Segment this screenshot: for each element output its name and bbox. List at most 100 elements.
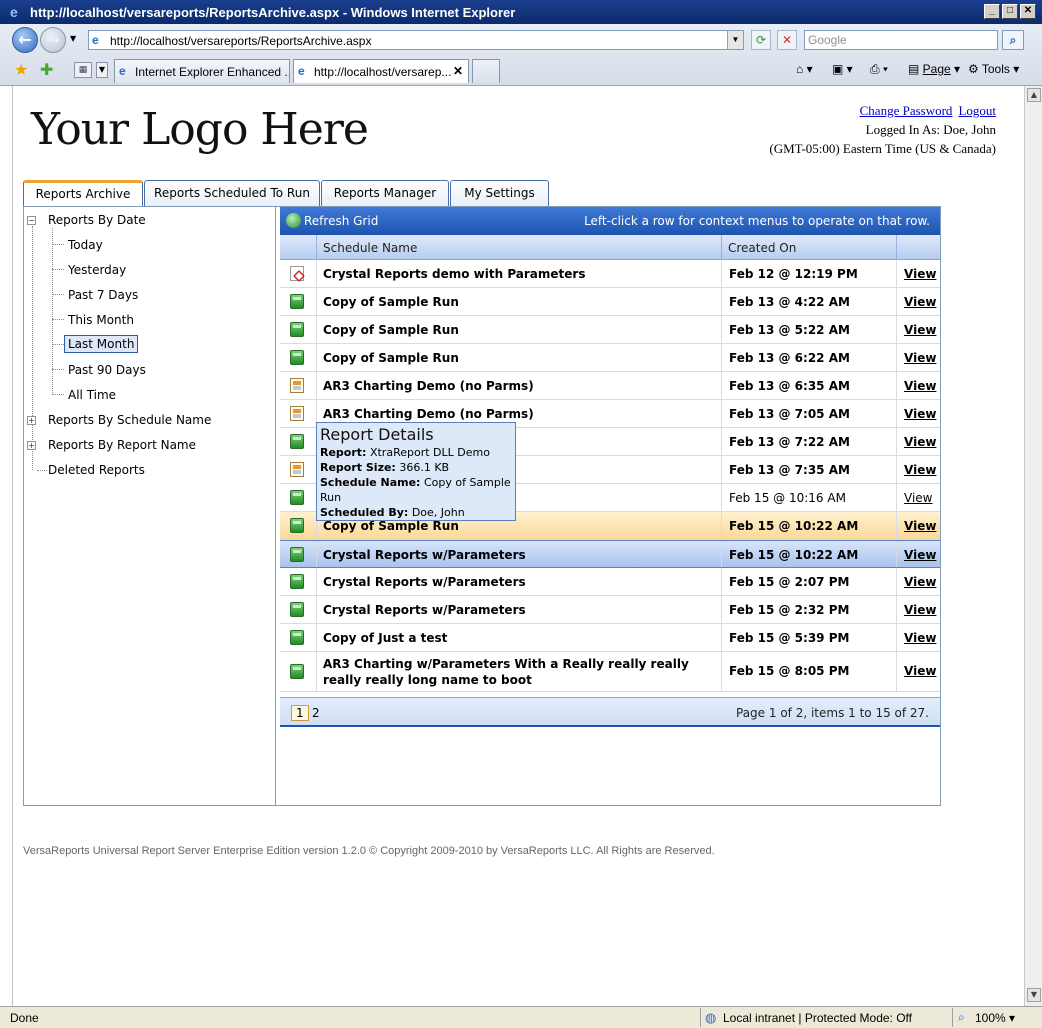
home-icon[interactable]: ⌂ ▾ <box>796 62 813 76</box>
new-tab-button[interactable] <box>472 59 500 83</box>
page-content: Your Logo Here Change Password Logout Log… <box>12 86 1024 1006</box>
row-view-link[interactable]: View <box>896 568 940 595</box>
col-created-on[interactable]: Created On <box>721 235 896 260</box>
table-row[interactable]: AR3 Charting w/Parameters With a Really … <box>280 652 940 692</box>
stop-button[interactable]: ✕ <box>777 30 797 50</box>
table-row[interactable]: Crystal Reports w/Parameters Feb 15 @ 10:… <box>280 540 940 568</box>
tree-this-month[interactable]: This Month <box>65 312 137 328</box>
collapse-icon[interactable]: − <box>27 216 36 225</box>
row-view-link[interactable]: View <box>896 316 940 343</box>
tree-reports-by-report[interactable]: Reports By Report Name <box>45 437 199 453</box>
row-view-link[interactable]: View <box>896 456 940 483</box>
page-1-button[interactable]: 1 <box>291 705 309 721</box>
refresh-button[interactable]: ⟳ <box>751 30 771 50</box>
tree-line <box>32 226 33 470</box>
zoom-control[interactable]: ⌕ 100% ▾ <box>952 1008 1042 1027</box>
security-zone[interactable]: ◍ Local intranet | Protected Mode: Off <box>700 1008 950 1027</box>
grid-hint: Left-click a row for context menus to op… <box>584 214 930 228</box>
page-icon: e <box>92 33 99 47</box>
table-row[interactable]: Crystal Reports w/Parameters Feb 15 @ 2:3… <box>280 596 940 624</box>
history-dropdown-icon[interactable]: ▼ <box>70 34 76 43</box>
forward-button[interactable]: → <box>40 27 66 53</box>
favorites-star-icon[interactable]: ★ <box>14 60 28 79</box>
tooltip-report-label: Report: <box>320 446 367 459</box>
page-menu[interactable]: ▤ Page ▾ <box>908 62 960 76</box>
row-view-link[interactable]: View <box>896 541 940 567</box>
row-created-on: Feb 13 @ 7:22 AM <box>721 428 896 455</box>
print-icon[interactable]: ⎙ ▾ <box>870 62 888 77</box>
report-icon <box>290 322 304 337</box>
tab-reports-archive[interactable]: Reports Archive <box>23 180 143 207</box>
browser-tab-2[interactable]: e http://localhost/versarep... ✕ <box>293 59 469 83</box>
table-row[interactable]: AR3 Charting Demo (no Parms) Feb 13 @ 6:3… <box>280 372 940 400</box>
tab-my-settings[interactable]: My Settings <box>450 180 549 207</box>
user-info: Change Password Logout Logged In As: Doe,… <box>769 101 996 158</box>
row-view-link[interactable]: View <box>896 596 940 623</box>
browser-tab-1[interactable]: e Internet Explorer Enhanced ... <box>114 59 290 83</box>
pager-info: Page 1 of 2, items 1 to 15 of 27. <box>736 706 929 720</box>
row-created-on: Feb 13 @ 6:35 AM <box>721 372 896 399</box>
minimize-button[interactable]: _ <box>984 4 1000 19</box>
search-input[interactable]: Google <box>804 30 998 50</box>
scroll-up-icon[interactable]: ▲ <box>1027 88 1041 102</box>
add-favorite-icon[interactable]: ✚ <box>40 60 53 79</box>
tree-today[interactable]: Today <box>65 237 106 253</box>
tree-last-month[interactable]: Last Month <box>64 335 139 353</box>
quick-tabs-icon[interactable]: ▦ <box>74 62 92 78</box>
table-row[interactable]: Crystal Reports w/Parameters Feb 15 @ 2:0… <box>280 568 940 596</box>
status-bar: Done ◍ Local intranet | Protected Mode: … <box>0 1006 1042 1028</box>
tab-reports-scheduled[interactable]: Reports Scheduled To Run <box>144 180 320 207</box>
page-2-button[interactable]: 2 <box>312 706 320 720</box>
page-menu-label: Page <box>922 62 951 76</box>
feeds-icon[interactable]: ▣ ▾ <box>832 62 853 76</box>
report-icon <box>290 630 304 645</box>
row-view-link[interactable]: View <box>896 652 940 691</box>
tree-reports-by-date[interactable]: Reports By Date <box>45 212 149 228</box>
refresh-grid-icon[interactable] <box>286 213 301 228</box>
address-dropdown-icon[interactable]: ▼ <box>727 31 743 49</box>
row-view-link[interactable]: View <box>896 288 940 315</box>
row-view-link[interactable]: View <box>896 484 940 511</box>
row-view-link[interactable]: View <box>896 428 940 455</box>
table-row[interactable]: Copy of Sample Run Feb 13 @ 6:22 AM View <box>280 344 940 372</box>
search-icon[interactable]: ⌕ <box>1002 30 1024 50</box>
row-view-link[interactable]: View <box>896 260 940 287</box>
row-view-link[interactable]: View <box>896 400 940 427</box>
row-view-link[interactable]: View <box>896 344 940 371</box>
close-tab-icon[interactable]: ✕ <box>453 64 463 78</box>
grid-column-headers: Schedule Name Created On <box>280 235 940 260</box>
vertical-scrollbar[interactable]: ▲ ▼ <box>1024 86 1042 1006</box>
tree-past-90-days[interactable]: Past 90 Days <box>65 362 149 378</box>
table-row[interactable]: Copy of Sample Run Feb 13 @ 4:22 AM View <box>280 288 940 316</box>
timezone-label: (GMT-05:00) Eastern Time (US & Canada) <box>769 141 996 156</box>
row-view-link[interactable]: View <box>896 512 940 539</box>
refresh-grid-button[interactable]: Refresh Grid <box>304 214 378 228</box>
row-view-link[interactable]: View <box>896 624 940 651</box>
row-view-link[interactable]: View <box>896 372 940 399</box>
tools-menu-label: Tools <box>981 62 1010 76</box>
maximize-button[interactable]: □ <box>1002 4 1018 19</box>
logout-link[interactable]: Logout <box>958 103 996 118</box>
scroll-down-icon[interactable]: ▼ <box>1027 988 1041 1002</box>
row-created-on: Feb 13 @ 6:22 AM <box>721 344 896 371</box>
back-button[interactable]: ← <box>12 27 38 53</box>
col-schedule-name[interactable]: Schedule Name <box>316 235 721 260</box>
expand-icon[interactable]: + <box>27 441 36 450</box>
tree-all-time[interactable]: All Time <box>65 387 119 403</box>
tree-past-7-days[interactable]: Past 7 Days <box>65 287 141 303</box>
tree-yesterday[interactable]: Yesterday <box>65 262 129 278</box>
expand-icon[interactable]: + <box>27 416 36 425</box>
row-schedule-name: AR3 Charting w/Parameters With a Really … <box>316 652 721 691</box>
tab-list-dropdown-icon[interactable]: ▼ <box>96 62 108 78</box>
tree-reports-by-schedule[interactable]: Reports By Schedule Name <box>45 412 214 428</box>
tree-deleted-reports[interactable]: Deleted Reports <box>45 462 148 478</box>
tab-reports-manager[interactable]: Reports Manager <box>321 180 449 207</box>
table-row[interactable]: Copy of Sample Run Feb 13 @ 5:22 AM View <box>280 316 940 344</box>
table-row[interactable]: Copy of Just a test Feb 15 @ 5:39 PM View <box>280 624 940 652</box>
close-window-button[interactable]: ✕ <box>1020 4 1036 19</box>
address-bar[interactable]: e http://localhost/versareports/ReportsA… <box>88 30 744 50</box>
tools-menu[interactable]: ⚙ Tools ▾ <box>968 62 1019 76</box>
table-row[interactable]: Crystal Reports demo with Parameters Feb … <box>280 260 940 288</box>
tooltip-size-value: 366.1 KB <box>399 461 450 474</box>
change-password-link[interactable]: Change Password <box>860 103 953 118</box>
